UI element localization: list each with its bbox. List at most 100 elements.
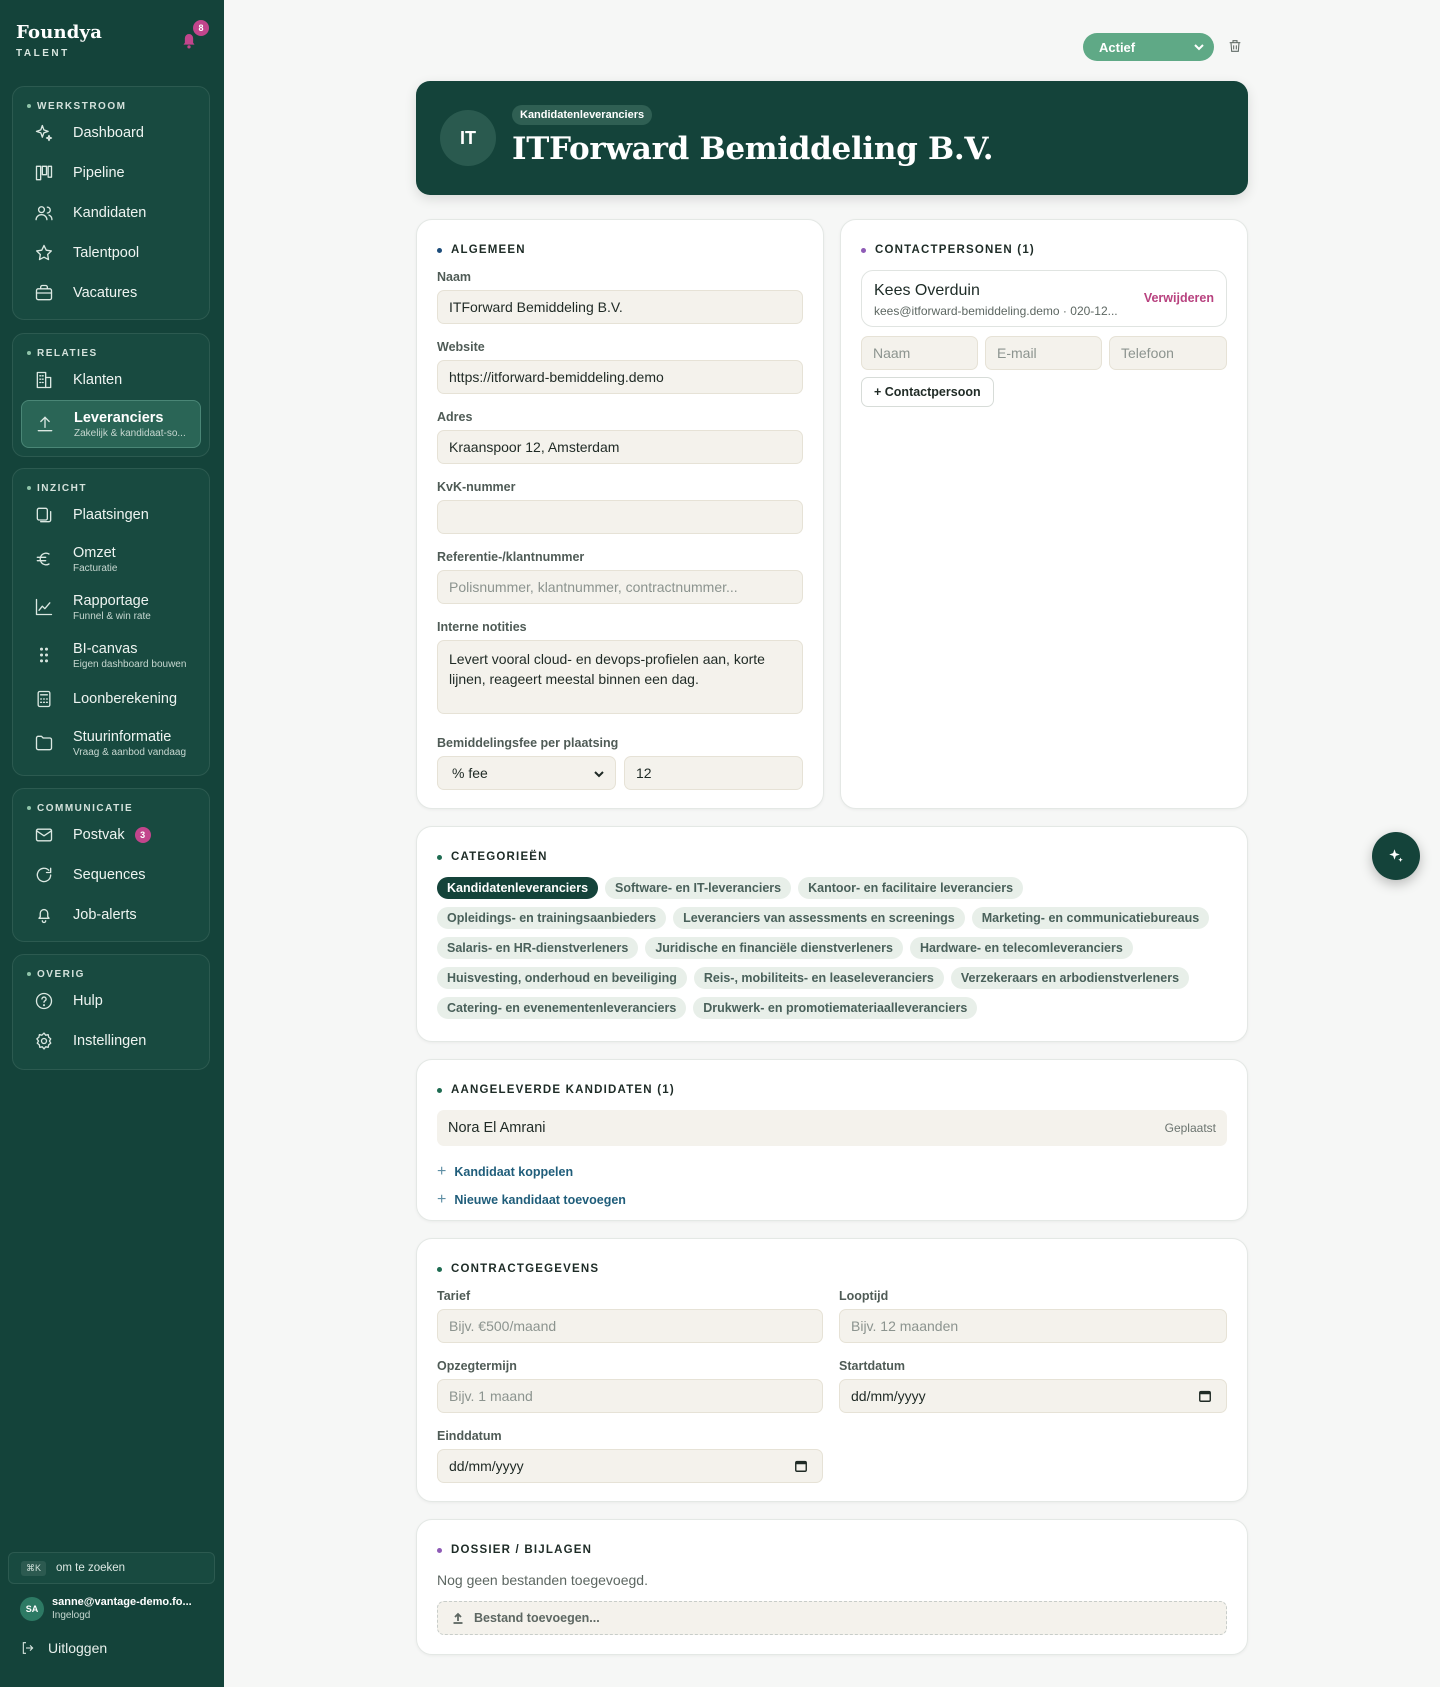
category-chip-list: Kandidatenleveranciers Software- en IT-l… xyxy=(437,877,1227,1019)
category-chip[interactable]: Kandidatenleveranciers xyxy=(437,877,599,899)
fee-value-input[interactable]: 12 xyxy=(624,756,803,790)
sidebar-item-leveranciers[interactable]: Leveranciers Zakelijk & kandidaat-so... xyxy=(21,400,201,448)
duration-input[interactable]: Bijv. 12 maanden xyxy=(839,1309,1227,1343)
calendar-icon[interactable] xyxy=(1198,1389,1212,1403)
category-chip[interactable]: Kantoor- en facilitaire leveranciers xyxy=(798,877,1024,899)
end-date-label: Einddatum xyxy=(437,1429,502,1443)
start-date-label: Startdatum xyxy=(839,1359,905,1373)
sidebar-item-talentpool[interactable]: Talentpool xyxy=(21,233,201,273)
sidebar-item-hulp[interactable]: Hulp xyxy=(21,981,201,1021)
end-date-value: dd/mm/yyyy xyxy=(449,1458,524,1474)
category-chip[interactable]: Salaris- en HR-dienstverleners xyxy=(437,937,639,959)
notes-textarea[interactable]: Levert vooral cloud- en devops-profielen… xyxy=(437,640,803,714)
notice-input[interactable]: Bijv. 1 maand xyxy=(437,1379,823,1413)
brand-name: Foundya xyxy=(16,22,103,43)
sidebar-item-omzet[interactable]: Omzet Facturatie xyxy=(21,535,201,583)
search-hint: om te zoeken xyxy=(56,1562,126,1574)
fee-type-select[interactable]: % fee xyxy=(437,756,616,790)
reference-input[interactable]: Polisnummer, klantnummer, contractnummer… xyxy=(437,570,803,604)
logout-button[interactable]: Uitloggen xyxy=(20,1640,107,1656)
sidebar-item-plaatsingen[interactable]: Plaatsingen xyxy=(21,495,201,535)
sidebar-item-pipeline[interactable]: Pipeline xyxy=(21,153,201,193)
notice-label: Opzegtermijn xyxy=(437,1359,517,1373)
sidebar-item-bi-canvas[interactable]: BI-canvas Eigen dashboard bouwen xyxy=(21,631,201,679)
building-icon xyxy=(36,371,52,389)
nav-group-title: WERKSTROOM xyxy=(13,87,209,113)
sidebar-item-job-alerts[interactable]: Job-alerts xyxy=(21,895,201,935)
contact-detail: kees@itforward-bemiddeling.demo · 020-12… xyxy=(874,304,1118,318)
brand-logo[interactable]: Foundya TALENT xyxy=(16,22,102,59)
address-input[interactable]: Kraanspoor 12, Amsterdam xyxy=(437,430,803,464)
sidebar-item-kandidaten[interactable]: Kandidaten xyxy=(21,193,201,233)
category-chip[interactable]: Catering- en evenementenleveranciers xyxy=(437,997,687,1019)
calendar-icon[interactable] xyxy=(794,1459,808,1473)
category-chip[interactable]: Verzekeraars en arbodienstverleners xyxy=(950,967,1190,989)
sidebar-item-vacatures[interactable]: Vacatures xyxy=(21,273,201,313)
sidebar-item-stuurinformatie[interactable]: Stuurinformatie Vraag & aanbod vandaag xyxy=(21,719,201,767)
plus-icon: + xyxy=(437,1163,447,1180)
sidebar-item-label: Vacatures xyxy=(73,285,138,301)
calculator-icon xyxy=(37,690,51,708)
refresh-icon xyxy=(36,867,52,883)
category-chip[interactable]: Marketing- en communicatiebureaus xyxy=(971,907,1210,929)
link-candidate-button[interactable]: + Kandidaat koppelen xyxy=(437,1163,573,1181)
kvk-input[interactable] xyxy=(437,500,803,534)
category-chip[interactable]: Opleidings- en trainingsaanbieders xyxy=(437,907,667,929)
sidebar: Foundya TALENT 8 WERKSTROOM Dashboard Pi… xyxy=(0,0,224,1687)
gear-icon xyxy=(36,1032,52,1050)
start-date-input[interactable]: dd/mm/yyyy xyxy=(839,1379,1227,1413)
category-chip[interactable]: Drukwerk- en promotiemateriaalleverancie… xyxy=(693,997,978,1019)
website-input[interactable]: https://itforward-bemiddeling.demo xyxy=(437,360,803,394)
delete-button[interactable] xyxy=(1227,38,1243,56)
sidebar-item-loonberekening[interactable]: Loonberekening xyxy=(21,679,201,719)
nav-group-title: OVERIG xyxy=(13,955,209,981)
contact-name: Kees Overduin xyxy=(874,282,980,299)
sidebar-item-instellingen[interactable]: Instellingen xyxy=(21,1021,201,1061)
sidebar-item-postvak[interactable]: Postvak 3 xyxy=(21,815,201,855)
command-search[interactable]: ⌘K om te zoeken xyxy=(8,1552,215,1584)
sidebar-item-label: Leveranciers xyxy=(74,409,164,426)
category-badge: Kandidatenleveranciers xyxy=(512,105,653,125)
contact-item[interactable]: Kees Overduin kees@itforward-bemiddeling… xyxy=(861,270,1227,327)
user-profile[interactable]: SA sanne@vantage-demo.fo... Ingelogd xyxy=(20,1596,192,1621)
sidebar-item-sequences[interactable]: Sequences xyxy=(21,855,201,895)
unread-count-badge: 3 xyxy=(134,827,151,843)
card-title: ALGEMEEN xyxy=(437,244,526,256)
name-input[interactable]: ITForward Bemiddeling B.V. xyxy=(437,290,803,324)
reference-label: Referentie-/klantnummer xyxy=(437,550,585,564)
nav-group-werkstroom: WERKSTROOM Dashboard Pipeline Kandidaten… xyxy=(12,86,210,320)
contact-email-input[interactable]: E-mail xyxy=(985,336,1102,370)
rate-input[interactable]: Bijv. €500/maand xyxy=(437,1309,823,1343)
category-chip[interactable]: Huisvesting, onderhoud en beveiliging xyxy=(437,967,687,989)
category-chip[interactable]: Hardware- en telecomleveranciers xyxy=(909,937,1133,959)
new-candidate-button[interactable]: + Nieuwe kandidaat toevoegen xyxy=(437,1191,626,1209)
contact-name-input[interactable]: Naam xyxy=(861,336,978,370)
add-contact-button[interactable]: + Contactpersoon xyxy=(861,377,994,407)
supplier-avatar: IT xyxy=(440,110,496,166)
remove-contact-button[interactable]: Verwijderen xyxy=(1144,291,1214,305)
sidebar-item-klanten[interactable]: Klanten xyxy=(21,360,201,400)
upload-file-button[interactable]: Bestand toevoegen... xyxy=(437,1601,1227,1635)
ai-assistant-button[interactable] xyxy=(1372,832,1420,880)
sidebar-item-sublabel: Facturatie xyxy=(73,562,118,574)
bell-icon xyxy=(38,908,50,924)
category-chip[interactable]: Reis-, mobiliteits- en leaseleveranciers xyxy=(693,967,944,989)
sidebar-item-dashboard[interactable]: Dashboard xyxy=(21,113,201,153)
category-chip[interactable]: Leveranciers van assessments en screenin… xyxy=(673,907,965,929)
sidebar-item-rapportage[interactable]: Rapportage Funnel & win rate xyxy=(21,583,201,631)
category-chip[interactable]: Juridische en financiële dienstverleners xyxy=(645,937,903,959)
sidebar-item-label: Postvak xyxy=(73,827,125,843)
help-circle-icon xyxy=(35,992,53,1010)
category-chip[interactable]: Software- en IT-leveranciers xyxy=(605,877,792,899)
status-value: Actief xyxy=(1099,39,1136,55)
page-title: ITForward Bemiddeling B.V. xyxy=(512,131,994,167)
candidate-row[interactable]: Nora El Amrani Geplaatst xyxy=(437,1110,1227,1146)
end-date-input[interactable]: dd/mm/yyyy xyxy=(437,1449,823,1483)
status-select[interactable]: Actief xyxy=(1083,33,1214,61)
user-email: sanne@vantage-demo.fo... xyxy=(52,1596,192,1608)
contact-phone-input[interactable]: Telefoon xyxy=(1109,336,1227,370)
general-card: ALGEMEEN Naam ITForward Bemiddeling B.V.… xyxy=(416,219,824,809)
sidebar-item-sublabel: Funnel & win rate xyxy=(73,610,151,622)
supplier-header: IT Kandidatenleveranciers ITForward Bemi… xyxy=(416,81,1248,195)
card-title: CONTRACTGEGEVENS xyxy=(437,1263,599,1275)
